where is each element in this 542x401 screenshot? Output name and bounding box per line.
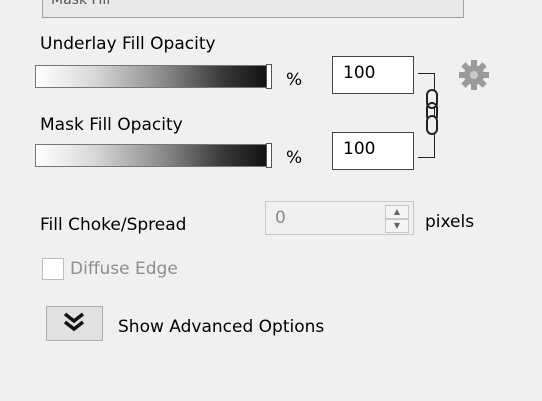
underlay-opacity-slider[interactable] [35, 65, 269, 88]
underlay-opacity-unit: % [286, 70, 303, 90]
gear-icon[interactable] [455, 58, 493, 92]
underlay-opacity-input[interactable]: 100 [332, 56, 414, 94]
choke-spread-input[interactable]: 0 ▲ ▼ [265, 201, 414, 235]
mask-opacity-slider[interactable] [35, 144, 269, 167]
mask-opacity-label: Mask Fill Opacity [40, 115, 183, 135]
show-advanced-button[interactable] [46, 306, 103, 341]
spin-up-button[interactable]: ▲ [385, 205, 409, 219]
choke-spread-label: Fill Choke/Spread [40, 215, 187, 235]
choke-spread-value: 0 [275, 208, 286, 228]
show-advanced-label: Show Advanced Options [118, 317, 325, 337]
double-chevron-down-icon [63, 312, 85, 332]
mask-opacity-value: 100 [343, 139, 376, 159]
mask-opacity-input[interactable]: 100 [332, 132, 414, 170]
diffuse-edge-label: Diffuse Edge [70, 259, 178, 279]
mask-opacity-slider-thumb[interactable] [266, 143, 272, 168]
choke-spread-unit: pixels [425, 212, 475, 232]
mask-fill-field-text: Mask Fill [51, 0, 111, 8]
spin-up-icon: ▲ [393, 207, 401, 216]
spin-down-icon: ▼ [393, 221, 401, 230]
underlay-opacity-slider-thumb[interactable] [266, 64, 272, 89]
underlay-opacity-label: Underlay Fill Opacity [40, 34, 216, 54]
diffuse-edge-checkbox[interactable] [42, 258, 64, 280]
mask-fill-field[interactable]: Mask Fill [42, 0, 464, 18]
spin-down-button[interactable]: ▼ [385, 219, 409, 233]
underlay-opacity-value: 100 [343, 63, 376, 83]
chain-link-icon[interactable] [421, 88, 443, 136]
mask-opacity-unit: % [286, 148, 303, 168]
